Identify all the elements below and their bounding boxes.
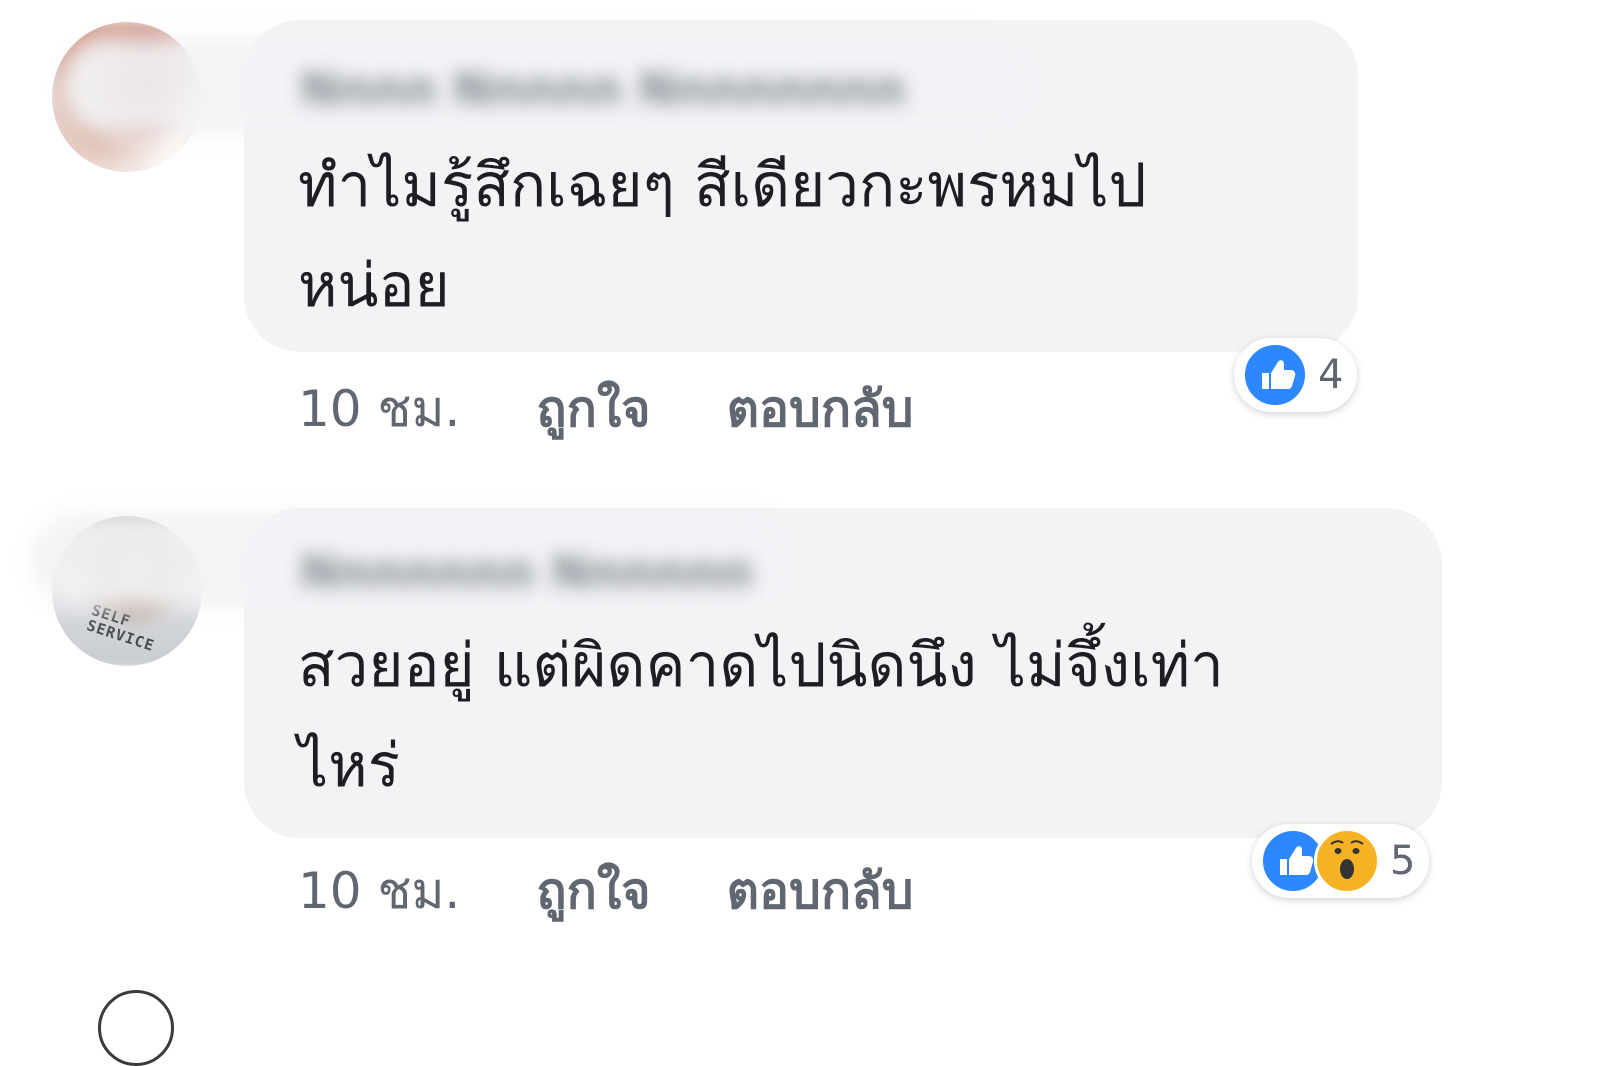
- like-icon: [1242, 342, 1308, 408]
- reactions-summary[interactable]: 4: [1234, 338, 1358, 412]
- reactions-summary[interactable]: 5: [1252, 824, 1430, 898]
- author-name[interactable]: Nnnnnnn Nnnnnn: [300, 545, 753, 599]
- comment-text: ทำไมรู้สึกเฉยๆ สีเดียวกะพรหมไป หน่อย: [298, 151, 1147, 321]
- comment-timestamp[interactable]: 10 ชม.: [298, 852, 460, 931]
- like-button[interactable]: ถูกใจ: [536, 852, 650, 931]
- comment: ทำไมรู้สึกเฉยๆ สีเดียวกะพรหมไป หน่อย Nnn…: [0, 0, 1606, 480]
- comment-actions: 10 ชม. ถูกใจ ตอบกลับ: [298, 370, 913, 449]
- next-comment-avatar[interactable]: [98, 990, 174, 1066]
- comment-timestamp[interactable]: 10 ชม.: [298, 370, 460, 449]
- like-button[interactable]: ถูกใจ: [536, 370, 650, 449]
- reply-button[interactable]: ตอบกลับ: [727, 370, 914, 449]
- comment-actions: 10 ชม. ถูกใจ ตอบกลับ: [298, 852, 913, 931]
- wow-icon: [1314, 828, 1380, 894]
- reaction-count: 5: [1390, 838, 1416, 884]
- reply-button[interactable]: ตอบกลับ: [727, 852, 914, 931]
- reaction-count: 4: [1318, 352, 1344, 398]
- author-name[interactable]: Nnnn Nnnnn Nnnnnnnn: [300, 62, 906, 116]
- comment-text: สวยอยู่ แต่ผิดคาดไปนิดนึง ไม่จึ้งเท่า ไห…: [298, 631, 1224, 801]
- comment: SELF SERVICE สวยอยู่ แต่ผิดคาดไปนิดนึง ไ…: [0, 500, 1606, 970]
